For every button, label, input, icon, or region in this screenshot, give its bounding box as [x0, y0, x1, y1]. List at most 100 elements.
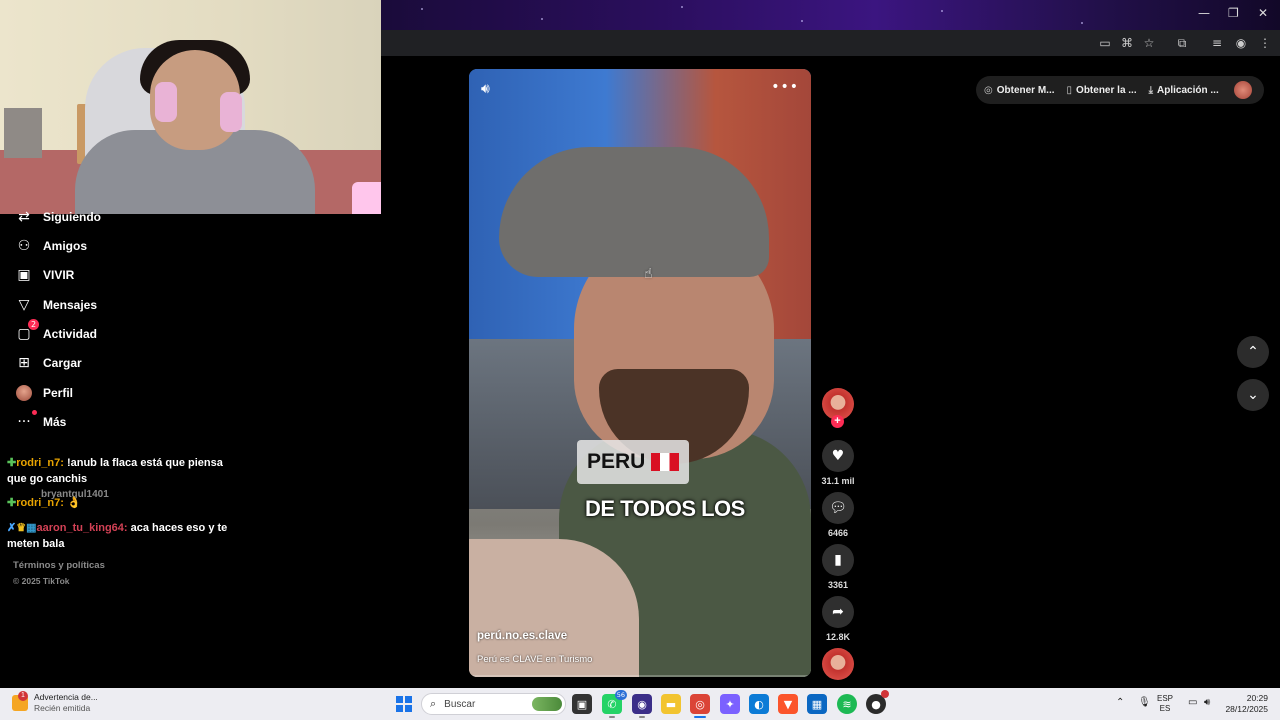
app-icon[interactable]: ●: [866, 690, 889, 714]
network-icon[interactable]: ▭: [1188, 697, 1197, 708]
chevron-up-icon: ⌃: [1247, 344, 1259, 360]
hand-cursor-icon: ☝: [644, 266, 653, 282]
microphone-icon[interactable]: 🎙︎: [1138, 697, 1151, 708]
system-clock[interactable]: 20:29 28/12/2025: [1222, 693, 1268, 715]
get-app-button[interactable]: ▯ Obtener la ...: [1067, 85, 1137, 96]
follow-plus-icon[interactable]: +: [831, 415, 844, 428]
previous-video-button[interactable]: ⌃: [1237, 336, 1269, 368]
browser-toolbar: ▭ ⌘ ☆ ⧉ ≡ ◉ ⋮: [381, 30, 1280, 56]
peru-flag-icon: [651, 453, 680, 472]
clock-time: 20:29: [1246, 693, 1268, 703]
search-highlight-icon: [532, 697, 562, 711]
video-progress-bar[interactable]: [469, 675, 811, 677]
sidebar-item-label: Actividad: [43, 327, 98, 341]
file-explorer-icon[interactable]: ▬: [661, 694, 681, 714]
like-count: 31.1 mil: [821, 476, 855, 486]
sidebar-item-cargar[interactable]: ⊞ Cargar: [15, 352, 82, 374]
live-icon: ▣: [17, 267, 31, 283]
video-caption-peru: PERU: [577, 440, 690, 484]
input-language[interactable]: ESP ES: [1157, 694, 1173, 714]
clock-date: 28/12/2025: [1225, 704, 1268, 714]
whatsapp-icon[interactable]: ✆ 56: [602, 690, 627, 718]
sidebar-item-actividad[interactable]: ▢ 2 Actividad: [15, 319, 98, 345]
upload-icon: ⊞: [18, 355, 30, 371]
chrome-icon[interactable]: ◎: [690, 694, 710, 718]
bookmark-icon: ▮: [834, 552, 842, 568]
video-author[interactable]: perú.no.es.clave: [477, 630, 567, 642]
messages-icon: ▽: [18, 297, 30, 313]
store-icon[interactable]: ▦: [807, 694, 827, 714]
translate-icon[interactable]: ⌘: [1119, 35, 1135, 51]
brave-icon[interactable]: ▼: [778, 694, 798, 714]
caption-text: PERU: [587, 450, 646, 473]
badge-icon: ✚: [7, 497, 17, 509]
volume-icon[interactable]: 🔊︎: [481, 81, 499, 99]
chat-message: ✚rodri_n7: !anub la flaca está que piens…: [7, 455, 237, 487]
video-description: Perú es CLAVE en Turismo: [477, 654, 593, 665]
save-count: 3361: [827, 580, 849, 590]
activity-badge: 2: [28, 319, 39, 330]
bookmark-star-icon[interactable]: ☆: [1141, 35, 1157, 51]
top-actions: ◎ Obtener M... ▯ Obtener la ... ⤓ Aplicació…: [976, 76, 1264, 104]
desktop-app-button[interactable]: ⤓ Aplicación ...: [1149, 85, 1219, 96]
taskbar-search[interactable]: ⌕ Buscar: [421, 693, 566, 715]
sound-avatar[interactable]: [822, 648, 854, 680]
pill-label: Obtener la ...: [1076, 84, 1137, 96]
screen: — ❐ ✕ ▭ ⌘ ☆ ⧉ ≡ ◉ ⋮ ⇄ Siguiendo ⚇ Amigos: [0, 0, 1280, 720]
tray-chevron-up-icon[interactable]: ⌃: [1116, 697, 1124, 708]
task-view-icon[interactable]: ▣: [572, 694, 592, 714]
warning-icon: 1: [12, 691, 28, 711]
sidebar-item-perfil[interactable]: Perfil: [15, 382, 73, 404]
save-button[interactable]: ▮: [822, 544, 854, 576]
video-topbar: 🔊︎ •••: [469, 69, 811, 109]
webcam-overlay: [0, 0, 381, 214]
sidebar-item-amigos[interactable]: ⚇ Amigos: [15, 235, 87, 257]
close-window-button[interactable]: ✕: [1258, 6, 1268, 20]
terms-link[interactable]: Términos y políticas: [13, 560, 105, 571]
browser-menu-icon[interactable]: ⋮: [1257, 35, 1273, 51]
copyright: © 2025 TikTok: [13, 576, 70, 586]
browser-titlebar: — ❐ ✕: [381, 0, 1280, 30]
search-label: Buscar: [444, 698, 476, 710]
comment-icon: 💬︎: [829, 500, 847, 516]
profile-icon[interactable]: ◉: [1233, 35, 1249, 51]
lang-line1: ESP: [1157, 694, 1174, 703]
user-avatar[interactable]: [1234, 81, 1252, 99]
comment-button[interactable]: 💬︎: [822, 492, 854, 524]
download-icon: ⤓: [1148, 84, 1154, 96]
minimize-button[interactable]: —: [1198, 6, 1210, 20]
video-player[interactable]: 🔊︎ ••• PERU DE TODOS LOS perú.no.es.clav…: [469, 69, 811, 677]
sidebar-item-mas[interactable]: ··· Más: [15, 410, 67, 433]
phone-icon: ▯: [1066, 84, 1073, 96]
volume-tray-icon[interactable]: 🔊︎: [1204, 697, 1210, 708]
restore-button[interactable]: ❐: [1228, 6, 1239, 20]
sub-badge-icon: ▦: [26, 522, 37, 534]
share-button[interactable]: ➦: [822, 596, 854, 628]
sword-badge-icon: ✗: [7, 522, 17, 534]
whatsapp-badge: 56: [614, 690, 627, 700]
spotify-icon[interactable]: ≋: [837, 694, 857, 714]
more-icon: ···: [15, 410, 37, 431]
extensions-icon[interactable]: ⧉: [1174, 35, 1190, 51]
obs-icon[interactable]: ◉: [632, 694, 652, 718]
next-video-button[interactable]: ⌄: [1237, 379, 1269, 411]
notification-title: Advertencia de...: [34, 692, 98, 702]
edge-icon[interactable]: ◐: [749, 694, 769, 714]
taskbar: 1 Advertencia de... Recién emitida ⌕ Bus…: [0, 688, 1280, 720]
crown-badge-icon: ♛: [16, 522, 27, 534]
start-button[interactable]: [396, 696, 412, 712]
sidebar-item-siguiendo[interactable]: ⇄ Siguiendo: [15, 206, 101, 228]
comment-count: 6466: [827, 528, 849, 538]
sidebar-item-mensajes[interactable]: ▽ Mensajes: [15, 294, 97, 316]
get-coins-button[interactable]: ◎ Obtener M...: [984, 85, 1055, 96]
like-button[interactable]: ♥: [822, 440, 854, 472]
notification-widget[interactable]: 1 Advertencia de... Recién emitida: [12, 691, 98, 714]
copilot-icon[interactable]: ✦: [720, 694, 740, 714]
sidebar-item-label: Más: [43, 415, 67, 429]
reading-list-icon[interactable]: ≡: [1209, 35, 1225, 51]
cast-icon[interactable]: ▭: [1097, 35, 1113, 51]
sidebar-item-vivir[interactable]: ▣ VIVIR: [15, 264, 74, 286]
heart-icon: ♥: [831, 448, 845, 464]
video-more-icon[interactable]: •••: [771, 79, 799, 95]
sidebar-item-label: Cargar: [43, 356, 82, 370]
